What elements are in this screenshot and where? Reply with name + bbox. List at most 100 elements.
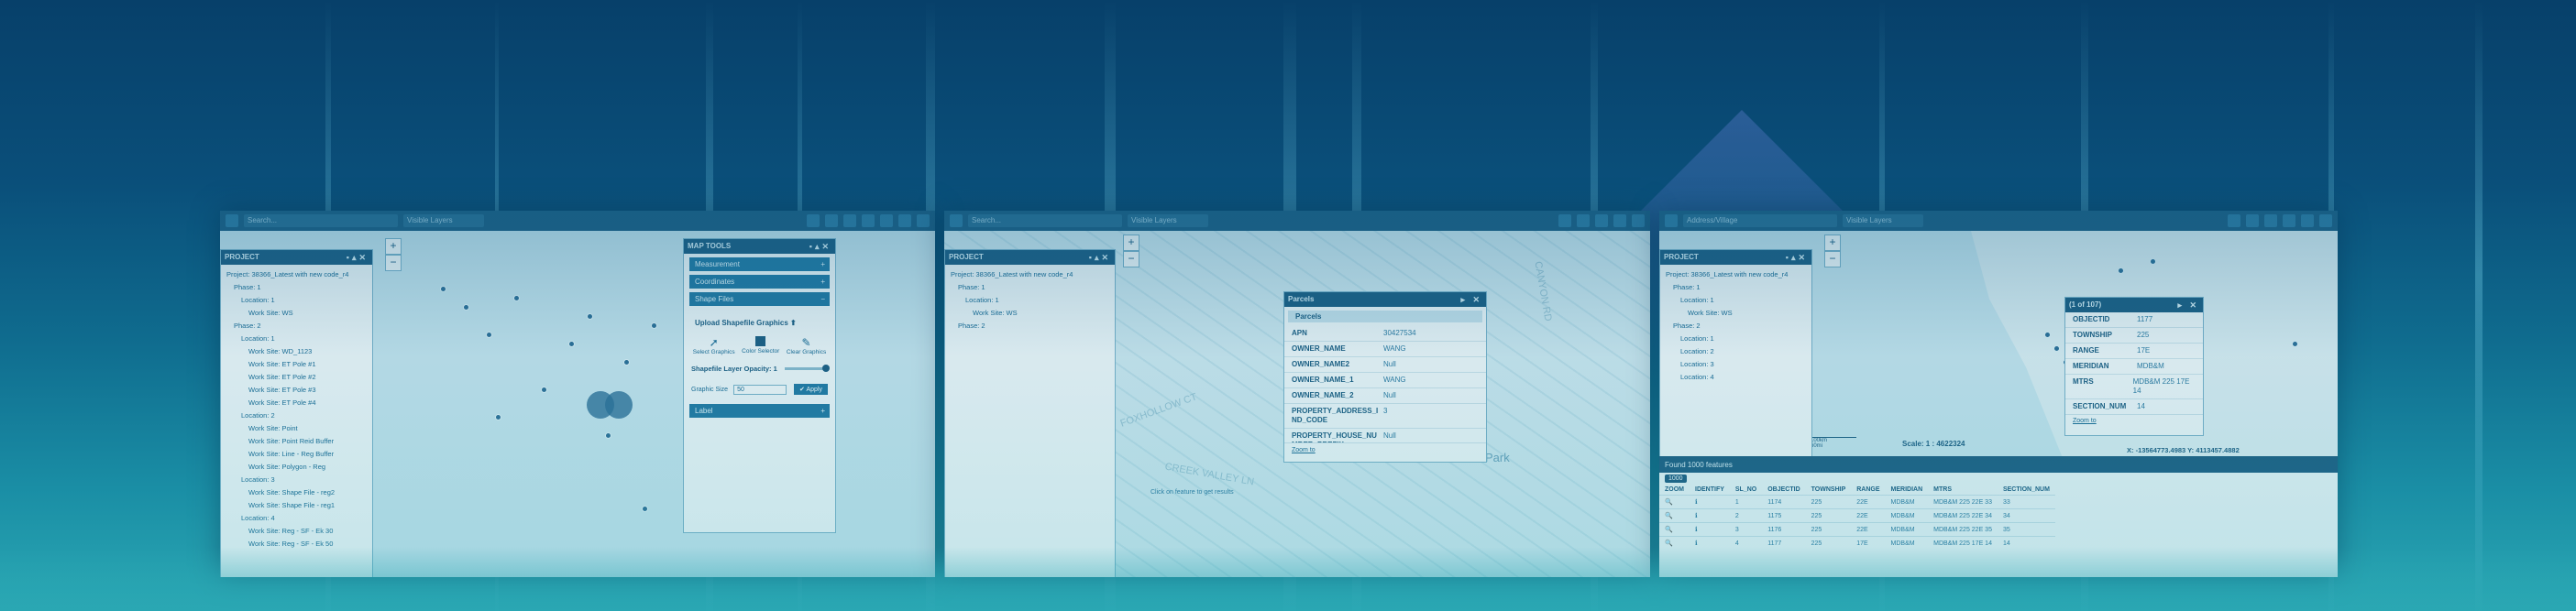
tree-item[interactable]: Phase: 2 (226, 320, 367, 333)
zoom-to-link[interactable]: Zoom to (2065, 415, 2203, 427)
table-row[interactable]: 🔍 ℹ 1 1174 225 22E MDB&M MDB&M 225 22E 33 33 (1659, 495, 2055, 509)
zoom-out-button[interactable]: − (385, 255, 402, 271)
draw-tool-icon[interactable] (880, 214, 893, 227)
label-section[interactable]: Label + (689, 404, 830, 418)
tree-item[interactable]: Work Site: Line - Reg Buffer (226, 448, 367, 461)
column-header[interactable]: TOWNSHIP (1806, 485, 1852, 496)
tree-item[interactable]: Phase: 2 (951, 320, 1109, 333)
column-header[interactable]: OBJECTID (1762, 485, 1805, 496)
tree-item[interactable]: Location: 1 (1666, 333, 1806, 345)
column-header[interactable]: SECTION_NUM (1998, 485, 2055, 496)
table-row[interactable]: 🔍 ℹ 3 1176 225 22E MDB&M MDB&M 225 22E 35 35 (1659, 522, 2055, 537)
menu-icon[interactable] (226, 214, 238, 227)
menu-icon[interactable] (1665, 214, 1678, 227)
pan-tool-icon[interactable] (1595, 214, 1608, 227)
measurement-section[interactable]: Measurement + (689, 257, 830, 271)
menu-icon[interactable] (950, 214, 963, 227)
tree-item[interactable]: Work Site: Point Reid Buffer (226, 435, 367, 448)
collapse-icon[interactable]: − (820, 292, 825, 306)
shape-files-section[interactable]: Shape Files − (689, 292, 830, 306)
measure-tool-icon[interactable] (2283, 214, 2295, 227)
panel-controls-icon[interactable]: ▪▴✕ (1786, 250, 1808, 265)
panel-controls-icon[interactable]: ▪▴✕ (809, 239, 831, 254)
zoom-row-icon[interactable]: 🔍 (1659, 495, 1690, 509)
column-header[interactable]: RANGE (1851, 485, 1885, 496)
address-search-input[interactable]: Address/Village (1683, 214, 1837, 227)
tree-item[interactable]: Location: 1 (226, 333, 367, 345)
panel-controls-icon[interactable]: ▪▴✕ (347, 250, 369, 265)
page-size-select[interactable]: 1000 (1665, 475, 1687, 483)
expand-icon[interactable]: + (820, 257, 825, 271)
tree-item[interactable]: Location: 1 (951, 294, 1109, 307)
tree-item[interactable]: Work Site: ET Pole #2 (226, 371, 367, 384)
zoom-in-tool-icon[interactable] (2228, 214, 2240, 227)
tree-item[interactable]: Location: 3 (1666, 358, 1806, 371)
color-selector-tool[interactable]: Color Selector (742, 336, 779, 355)
close-icon[interactable]: ▸ ✕ (1460, 292, 1482, 307)
tree-item[interactable]: Work Site: Shape File - reg2 (226, 486, 367, 499)
tree-item[interactable]: Location: 4 (1666, 371, 1806, 384)
zoom-in-button[interactable]: + (1123, 235, 1139, 251)
identify-row-icon[interactable]: ℹ (1690, 495, 1730, 509)
tree-item[interactable]: Location: 1 (1666, 294, 1806, 307)
tree-item[interactable]: Work Site: Polygon - Reg (226, 461, 367, 474)
slider-handle[interactable] (821, 365, 830, 372)
print-tool-icon[interactable] (2319, 214, 2332, 227)
zoom-out-button[interactable]: − (1824, 251, 1841, 267)
select-graphics-tool[interactable]: ➚ Select Graphics (693, 336, 735, 355)
zoom-row-icon[interactable]: 🔍 (1659, 508, 1690, 523)
coordinates-section[interactable]: Coordinates + (689, 275, 830, 289)
table-row[interactable]: 🔍 ℹ 2 1175 225 22E MDB&M MDB&M 225 22E 34 34 (1659, 508, 2055, 523)
pan-tool-icon[interactable] (843, 214, 856, 227)
layers-tool-icon[interactable] (1632, 214, 1645, 227)
tree-item[interactable]: Work Site: ET Pole #3 (226, 384, 367, 397)
column-header[interactable]: SL_NO (1730, 485, 1762, 496)
tree-item[interactable]: Phase: 1 (226, 281, 367, 294)
opacity-slider[interactable] (784, 365, 830, 372)
tree-item[interactable]: Work Site: ET Pole #4 (226, 397, 367, 409)
zoom-out-tool-icon[interactable] (2246, 214, 2259, 227)
measure-tool-icon[interactable] (1613, 214, 1626, 227)
upload-icon[interactable]: ⬆ (790, 319, 797, 327)
clear-graphics-tool[interactable]: ✎ Clear Graphics (787, 336, 826, 355)
column-header[interactable]: IDENTIFY (1690, 485, 1730, 496)
tree-item[interactable]: Location: 2 (226, 409, 367, 422)
tree-item[interactable]: Project: 38366_Latest with new code_r4 (951, 268, 1109, 281)
tree-item[interactable]: Work Site: Shape File - reg1 (226, 499, 367, 512)
column-header[interactable]: ZOOM (1659, 485, 1690, 496)
expand-icon[interactable]: + (820, 275, 825, 289)
tree-item[interactable]: Work Site: WS (1666, 307, 1806, 320)
expand-icon[interactable]: + (820, 404, 825, 418)
tree-item[interactable]: Work Site: WD_1123 (226, 345, 367, 358)
map-cluster-marker[interactable] (605, 391, 633, 419)
zoom-out-tool-icon[interactable] (825, 214, 838, 227)
layers-tool-icon[interactable] (2301, 214, 2314, 227)
graphic-size-input[interactable]: 50 (733, 384, 787, 395)
measure-tool-icon[interactable] (862, 214, 875, 227)
tree-item[interactable]: Phase: 1 (1666, 281, 1806, 294)
visible-layers-dropdown[interactable]: Visible Layers (1843, 214, 1923, 227)
tree-item[interactable]: Phase: 2 (1666, 320, 1806, 333)
tree-item[interactable]: Location: 1 (226, 294, 367, 307)
tree-item[interactable]: Project: 38366_Latest with new code_r4 (1666, 268, 1806, 281)
zoom-in-tool-icon[interactable] (1558, 214, 1571, 227)
tree-item[interactable]: Phase: 1 (951, 281, 1109, 294)
identify-row-icon[interactable]: ℹ (1690, 508, 1730, 523)
tree-item[interactable]: Work Site: WS (226, 307, 367, 320)
identify-row-icon[interactable]: ℹ (1690, 522, 1730, 537)
layers-tool-icon[interactable] (898, 214, 911, 227)
apply-button[interactable]: ✔ Apply (794, 384, 828, 395)
tree-item[interactable]: Work Site: WS (951, 307, 1109, 320)
zoom-in-tool-icon[interactable] (807, 214, 820, 227)
visible-layers-dropdown[interactable]: Visible Layers (403, 214, 484, 227)
panel-controls-icon[interactable]: ▪▴✕ (1089, 250, 1111, 265)
visible-layers-dropdown[interactable]: Visible Layers (1128, 214, 1208, 227)
zoom-to-link[interactable]: Zoom to (1284, 443, 1486, 457)
search-input[interactable]: Search... (968, 214, 1122, 227)
tree-item[interactable]: Location: 3 (226, 474, 367, 486)
tree-item[interactable]: Work Site: ET Pole #1 (226, 358, 367, 371)
tree-item[interactable]: Location: 2 (1666, 345, 1806, 358)
tree-item[interactable]: Project: 38366_Latest with new code_r4 (226, 268, 367, 281)
zoom-in-button[interactable]: + (1824, 235, 1841, 251)
tree-item[interactable]: Work Site: Reg - SF - Ek 30 (226, 525, 367, 538)
